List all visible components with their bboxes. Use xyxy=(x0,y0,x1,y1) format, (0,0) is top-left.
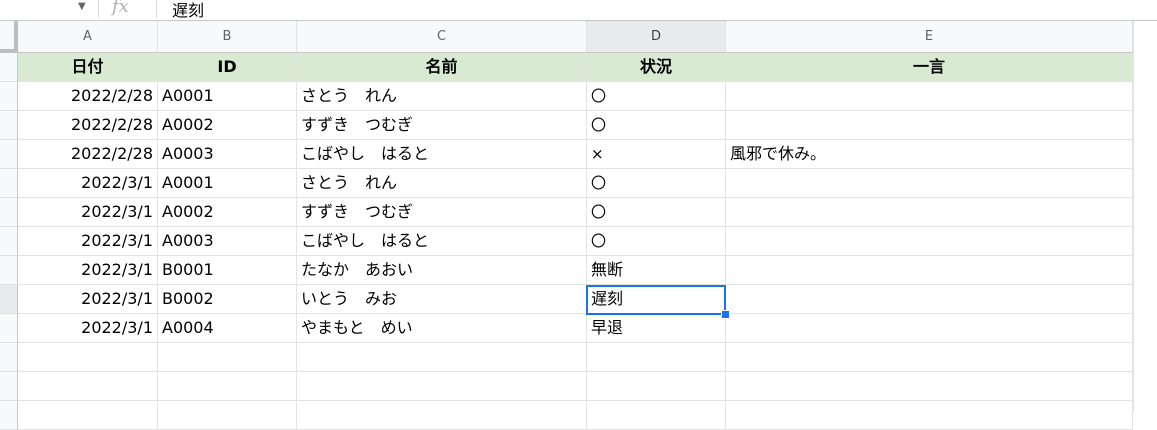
empty-cell[interactable] xyxy=(726,401,1133,430)
row-header-8[interactable] xyxy=(0,256,18,285)
cell-name[interactable]: さとう れん xyxy=(297,169,587,198)
empty-cell[interactable] xyxy=(587,372,726,401)
empty-cell[interactable] xyxy=(18,401,158,430)
cell-status[interactable]: 〇 xyxy=(587,82,726,111)
cell-date[interactable]: 2022/3/1 xyxy=(18,256,158,285)
cell-date[interactable]: 2022/3/1 xyxy=(18,198,158,227)
select-all-corner[interactable] xyxy=(0,21,18,53)
cell-id[interactable]: A0001 xyxy=(158,82,297,111)
active-cell-status[interactable]: 遅刻 xyxy=(587,285,726,314)
cell-comment[interactable] xyxy=(726,82,1133,111)
column-header-b[interactable]: B xyxy=(158,21,297,53)
cell-id[interactable]: A0001 xyxy=(158,169,297,198)
row-header-2[interactable] xyxy=(0,82,18,111)
empty-cell[interactable] xyxy=(18,372,158,401)
empty-cell[interactable] xyxy=(18,343,158,372)
cell-id[interactable]: B0001 xyxy=(158,256,297,285)
row-header-1[interactable] xyxy=(0,53,18,82)
cell-name[interactable]: こばやし はると xyxy=(297,140,587,169)
unused-column-area xyxy=(1133,21,1157,412)
cell-comment[interactable]: 風邪で休み。 xyxy=(726,140,1133,169)
column-header-d[interactable]: D xyxy=(587,21,726,53)
cell-status[interactable]: 早退 xyxy=(587,314,726,343)
cell-status[interactable]: 〇 xyxy=(587,169,726,198)
column-header-e[interactable]: E xyxy=(726,21,1133,53)
header-cell-status[interactable]: 状況 xyxy=(587,53,726,82)
empty-cell[interactable] xyxy=(158,372,297,401)
row-header-7[interactable] xyxy=(0,227,18,256)
cell-date[interactable]: 2022/3/1 xyxy=(18,314,158,343)
row-header-4[interactable] xyxy=(0,140,18,169)
cell-status[interactable]: 無断 xyxy=(587,256,726,285)
cell-name[interactable]: こばやし はると xyxy=(297,227,587,256)
cell-name[interactable]: やまもと めい xyxy=(297,314,587,343)
cell-id[interactable]: A0003 xyxy=(158,140,297,169)
empty-cell[interactable] xyxy=(726,372,1133,401)
row-header-13[interactable] xyxy=(0,401,18,430)
empty-cell[interactable] xyxy=(587,401,726,430)
empty-cell[interactable] xyxy=(297,343,587,372)
row-header-6[interactable] xyxy=(0,198,18,227)
cell-name[interactable]: いとう みお xyxy=(297,285,587,314)
cell-id[interactable]: B0002 xyxy=(158,285,297,314)
cell-date[interactable]: 2022/3/1 xyxy=(18,285,158,314)
row-header-12[interactable] xyxy=(0,372,18,401)
row-header-10[interactable] xyxy=(0,314,18,343)
fill-handle[interactable] xyxy=(721,310,730,319)
header-cell-id[interactable]: ID xyxy=(158,53,297,82)
empty-cell[interactable] xyxy=(726,343,1133,372)
cell-name[interactable]: たなか あおい xyxy=(297,256,587,285)
cell-name[interactable]: さとう れん xyxy=(297,82,587,111)
cell-status[interactable]: 〇 xyxy=(587,227,726,256)
cell-date[interactable]: 2022/2/28 xyxy=(18,140,158,169)
cell-id[interactable]: A0002 xyxy=(158,198,297,227)
cell-comment[interactable] xyxy=(726,314,1133,343)
cell-date[interactable]: 2022/3/1 xyxy=(18,227,158,256)
cell-status[interactable]: × xyxy=(587,140,726,169)
cell-id[interactable]: A0004 xyxy=(158,314,297,343)
column-header-a[interactable]: A xyxy=(18,21,158,53)
header-cell-name[interactable]: 名前 xyxy=(297,53,587,82)
fx-icon: fx xyxy=(112,0,129,17)
empty-cell[interactable] xyxy=(158,401,297,430)
cell-name[interactable]: すずき つむぎ xyxy=(297,198,587,227)
cell-status[interactable]: 〇 xyxy=(587,198,726,227)
cell-comment[interactable] xyxy=(726,285,1133,314)
header-cell-comment[interactable]: 一言 xyxy=(726,53,1133,82)
cell-date[interactable]: 2022/3/1 xyxy=(18,169,158,198)
cell-comment[interactable] xyxy=(726,198,1133,227)
empty-cell[interactable] xyxy=(158,343,297,372)
row-header-11[interactable] xyxy=(0,343,18,372)
cell-name[interactable]: すずき つむぎ xyxy=(297,111,587,140)
row-header-9[interactable] xyxy=(0,285,18,314)
cell-comment[interactable] xyxy=(726,111,1133,140)
empty-cell[interactable] xyxy=(297,401,587,430)
cell-id[interactable]: A0002 xyxy=(158,111,297,140)
column-header-c[interactable]: C xyxy=(297,21,587,53)
triangle-down-icon[interactable]: ▼ xyxy=(78,0,86,14)
cell-comment[interactable] xyxy=(726,256,1133,285)
cell-date[interactable]: 2022/2/28 xyxy=(18,82,158,111)
cell-id[interactable]: A0003 xyxy=(158,227,297,256)
row-header-3[interactable] xyxy=(0,111,18,140)
cell-date[interactable]: 2022/2/28 xyxy=(18,111,158,140)
empty-cell[interactable] xyxy=(297,372,587,401)
formula-input[interactable]: 遅刻 xyxy=(172,0,204,21)
header-cell-date[interactable]: 日付 xyxy=(18,53,158,82)
cell-comment[interactable] xyxy=(726,227,1133,256)
divider xyxy=(98,0,99,18)
cell-status[interactable]: 〇 xyxy=(587,111,726,140)
formula-bar: ▼ fx 遅刻 xyxy=(0,0,1157,21)
divider xyxy=(156,0,157,18)
cell-comment[interactable] xyxy=(726,169,1133,198)
empty-cell[interactable] xyxy=(587,343,726,372)
row-header-5[interactable] xyxy=(0,169,18,198)
